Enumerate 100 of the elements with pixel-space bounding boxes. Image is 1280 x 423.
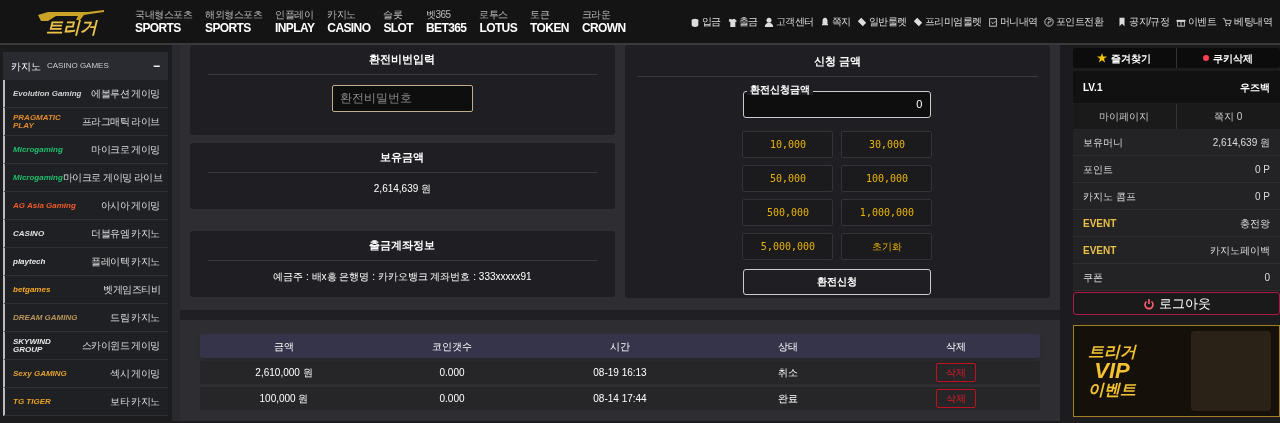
banner-text: 트리거 (1088, 344, 1136, 360)
cart-icon (1222, 16, 1232, 27)
amount-button[interactable]: 30,000 (841, 130, 933, 158)
level-text: LV.1 (1083, 80, 1103, 95)
provider-item[interactable]: DREAM GAMING 드림 카지노 (3, 304, 168, 332)
shirt-icon (726, 16, 737, 27)
provider-item[interactable]: CASINO 더블유엠 카지노 (3, 220, 168, 248)
menu-link[interactable]: 베팅내역 (1222, 14, 1272, 29)
amount-button[interactable]: 1,000,000 (841, 198, 933, 226)
provider-item[interactable]: SKYWIND GROUP 스카이윈드 게이밍 (3, 332, 168, 360)
provider-logo: DREAM GAMING (13, 313, 78, 322)
nav-link[interactable]: 슬롯 SLOT (383, 9, 413, 34)
table-cell-text: 2,610,000 원 (254, 366, 314, 380)
provider-logo: Microgaming (13, 145, 63, 154)
checklist-icon (987, 16, 998, 27)
column-header: 상태 (777, 339, 799, 354)
password-field[interactable]: 환전비밀번호 (331, 84, 473, 112)
nav-link[interactable]: 인플레이 INPLAY (275, 9, 315, 34)
provider-item[interactable]: TG TIGER 보타 카지노 (3, 388, 168, 416)
logout-button[interactable]: 로그아웃 (1073, 292, 1280, 315)
sidebar-subtitle: CASINO GAMES (47, 60, 109, 72)
table-cell-text: 0.000 (438, 392, 466, 406)
info-value: 충전왕 (1240, 216, 1270, 231)
amount-button[interactable]: 50,000 (742, 164, 834, 192)
coins-icon (689, 16, 700, 27)
nav-link[interactable]: 해외형스포츠 SPORTS (205, 9, 262, 34)
provider-logo: AG Asia Gaming (13, 201, 76, 210)
messages-button[interactable]: 쪽지 0 (1176, 104, 1280, 129)
amount-button[interactable]: 5,000,000 (742, 232, 834, 260)
submit-button[interactable]: 환전신청 (743, 268, 932, 295)
provider-logo: TG TIGER (13, 397, 51, 406)
provider-item[interactable]: Microgaming마이크로 게이밍 라이브 (3, 164, 168, 192)
info-value: 2,614,639 원 (1212, 135, 1270, 150)
menu-link[interactable]: 프리미엄룰렛 (912, 14, 982, 29)
provider-item[interactable]: PRAGMATIC PLAY 프라그매틱 라이브 (3, 108, 168, 136)
menu-link[interactable]: 고객센터 (763, 14, 814, 29)
menu-link[interactable]: 입금 (689, 14, 721, 29)
bell-icon (819, 16, 830, 27)
collapse-button[interactable]: − (153, 60, 160, 72)
table-cell-text: 08-19 16:13 (592, 366, 648, 380)
provider-item[interactable]: betgames 벳게임즈티비 (3, 276, 168, 304)
table-cell-text: 0.000 (438, 366, 466, 380)
menu-link[interactable]: 쪽지 (819, 14, 851, 29)
nav-link[interactable]: 벳365 BET365 (426, 9, 467, 34)
card-title: 신청 금액 (813, 54, 861, 69)
column-header: 시간 (609, 339, 631, 354)
info-label: 카지노 콤프 (1083, 189, 1136, 204)
provider-logo: betgames (13, 285, 51, 294)
provider-logo: playtech (13, 257, 46, 266)
table-cell-text: 완료 (777, 392, 799, 406)
amount-button[interactable]: 100,000 (841, 164, 933, 192)
provider-logo: Microgaming (13, 173, 63, 182)
table-cell-text: 08-14 17:44 (592, 392, 648, 406)
provider-item[interactable]: Microgaming 마이크로 게이밍 (3, 136, 168, 164)
banner-text: 이벤트 (1088, 382, 1136, 398)
menu-link[interactable]: 출금 (726, 14, 758, 29)
column-header: 코인갯수 (431, 339, 473, 354)
info-label: 쿠폰 (1083, 270, 1103, 285)
amount-button[interactable]: 10,000 (742, 130, 834, 158)
amount-button[interactable]: 초기화 (841, 232, 933, 260)
power-icon (1142, 297, 1155, 310)
info-value: 0 P (1255, 162, 1270, 177)
info-value: 0 P (1255, 189, 1270, 204)
info-value: 카지노페이백 (1210, 243, 1270, 258)
delete-cookies-button[interactable]: 쿠키삭제 (1176, 48, 1280, 68)
account-info: 예금주 : 배x흥 은행명 : 카카오뱅크 계좌번호 : 333xxxxx91 (273, 269, 532, 284)
user-icon (763, 16, 774, 27)
info-label: 포인트 (1083, 162, 1113, 177)
nav-link[interactable]: 로투스 LOTUS (479, 9, 518, 34)
card-title: 환전비번입력 (369, 52, 436, 67)
info-label: EVENT (1083, 216, 1117, 231)
favorites-button[interactable]: 즐겨찾기 (1073, 48, 1177, 68)
provider-logo: PRAGMATIC PLAY (13, 113, 62, 130)
menu-link[interactable]: 이벤트 (1175, 14, 1216, 29)
nav-link[interactable]: 크라운 CROWN (581, 9, 626, 34)
balance-value: 2,614,639 원 (373, 181, 432, 196)
info-label: EVENT (1083, 243, 1117, 258)
point-icon (1043, 16, 1054, 27)
provider-logo: CASINO (13, 229, 45, 238)
provider-logo: Evolution Gaming (13, 89, 82, 98)
nav-link[interactable]: 카지노 CASINO (327, 9, 371, 34)
provider-item[interactable]: AG Asia Gaming 아시아 게이밍 (3, 192, 168, 220)
menu-link[interactable]: 공지/규정 (1117, 14, 1170, 29)
menu-link[interactable]: 일반룰렛 (856, 14, 907, 29)
nav-link[interactable]: 국내형스포츠 SPORTS (135, 9, 192, 34)
logo[interactable]: 트리거 (35, 1, 107, 42)
menu-link[interactable]: 포인트전환 (1043, 14, 1104, 29)
username: 우즈백 (1240, 80, 1270, 95)
info-label: 보유머니 (1083, 135, 1123, 150)
column-header: 삭제 (945, 339, 967, 354)
provider-logo: Sexy GAMING (13, 369, 67, 378)
bookmark-icon (1117, 16, 1128, 27)
amount-button[interactable]: 500,000 (742, 198, 834, 226)
card-title: 보유금액 (380, 150, 425, 165)
provider-item[interactable]: Sexy GAMING 섹시 게이밍 (3, 360, 168, 388)
provider-item[interactable]: Evolution Gaming 에볼루션 게이밍 (3, 80, 168, 108)
nav-link[interactable]: 토큰 TOKEN (530, 9, 569, 34)
vip-banner[interactable]: 트리거 VIP 이벤트 (1073, 325, 1280, 417)
menu-link[interactable]: 머니내역 (987, 14, 1038, 29)
provider-item[interactable]: playtech 플레이텍 카지노 (3, 248, 168, 276)
